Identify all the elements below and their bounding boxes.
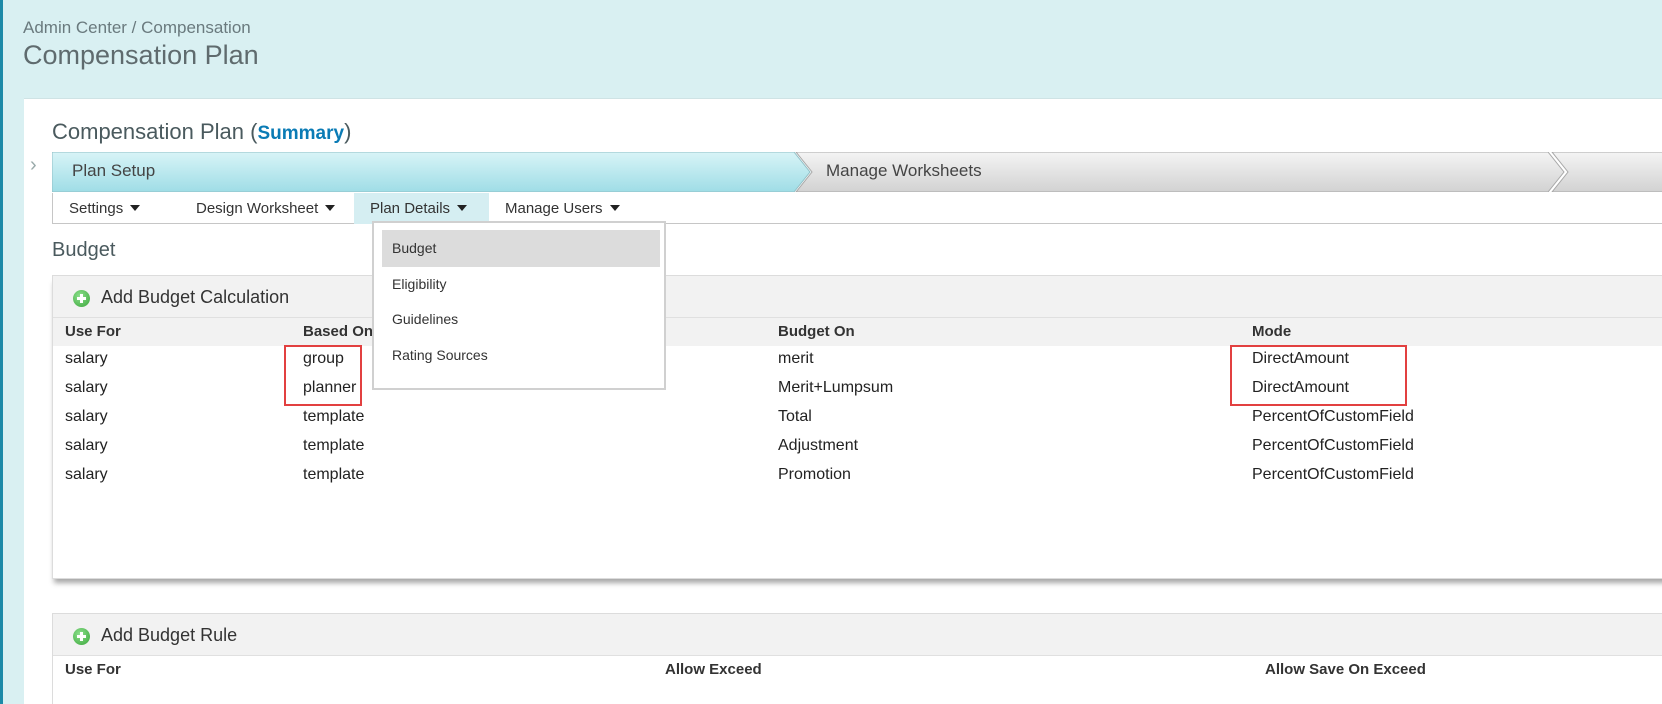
step-plan-setup[interactable]: Plan Setup bbox=[72, 161, 155, 181]
subnav-manage-users[interactable]: Manage Users bbox=[505, 193, 620, 224]
caret-down-icon bbox=[130, 205, 141, 211]
breadcrumb: Admin Center / Compensation bbox=[23, 18, 251, 38]
col-use-for[interactable]: Use For bbox=[65, 661, 121, 678]
breadcrumb-separator: / bbox=[126, 18, 142, 37]
col-use-for[interactable]: Use For bbox=[65, 323, 121, 340]
cell-mode: PercentOfCustomField bbox=[1252, 437, 1414, 454]
step-manage-worksheets[interactable]: Manage Worksheets bbox=[826, 161, 982, 181]
cell-budget-on: merit bbox=[778, 350, 814, 367]
step-shape-next bbox=[1551, 152, 1662, 192]
col-budget-on[interactable]: Budget On bbox=[778, 323, 855, 340]
col-based-on[interactable]: Based On bbox=[303, 323, 373, 340]
caret-down-icon bbox=[325, 205, 336, 211]
cell-mode: PercentOfCustomField bbox=[1252, 408, 1414, 425]
expand-chevron-icon[interactable]: › bbox=[30, 154, 37, 177]
cell-budget-on: Total bbox=[778, 408, 812, 425]
subnav-manage-users-label: Manage Users bbox=[505, 200, 603, 217]
add-circle-icon[interactable] bbox=[73, 290, 90, 307]
add-circle-icon[interactable] bbox=[73, 628, 90, 645]
subnav-plan-details[interactable]: Plan Details bbox=[354, 193, 489, 224]
sub-navigation: Settings Design Worksheet Plan Details M… bbox=[52, 193, 1662, 224]
cell-budget-on: Promotion bbox=[778, 466, 851, 483]
summary-link[interactable]: Summary bbox=[257, 123, 344, 144]
menu-item-budget[interactable]: Budget bbox=[382, 230, 660, 267]
cell-use-for: salary bbox=[65, 408, 108, 425]
cell-use-for: salary bbox=[65, 437, 108, 454]
add-budget-rule-button[interactable]: Add Budget Rule bbox=[101, 625, 237, 646]
col-allow-exceed[interactable]: Allow Exceed bbox=[665, 661, 762, 678]
main-panel: › Compensation Plan (Summary) Plan Setup… bbox=[24, 98, 1662, 704]
highlight-box-based-on bbox=[284, 345, 362, 406]
menu-item-rating-sources[interactable]: Rating Sources bbox=[382, 337, 660, 374]
table-header-row bbox=[53, 318, 1662, 346]
col-mode[interactable]: Mode bbox=[1252, 323, 1291, 340]
budget-heading: Budget bbox=[52, 239, 116, 261]
budget-rule-header: Add Budget Rule bbox=[53, 614, 1662, 656]
step-progress-bar: Plan Setup Manage Worksheets bbox=[52, 152, 1662, 192]
highlight-box-mode bbox=[1230, 345, 1407, 406]
cell-based-on: template bbox=[303, 408, 365, 425]
cell-budget-on: Merit+Lumpsum bbox=[778, 379, 894, 396]
cell-based-on: template bbox=[303, 466, 365, 483]
budget-calculation-card: Add Budget Calculation Use For Based On … bbox=[52, 275, 1662, 579]
cell-based-on: template bbox=[303, 437, 365, 454]
section-title-text: Compensation Plan bbox=[52, 119, 245, 144]
budget-rule-card: Add Budget Rule Use For Allow Exceed All… bbox=[52, 613, 1662, 704]
add-budget-calculation-button[interactable]: Add Budget Calculation bbox=[101, 287, 289, 308]
cell-use-for: salary bbox=[65, 350, 108, 367]
subnav-plan-details-label: Plan Details bbox=[370, 200, 451, 217]
menu-item-guidelines[interactable]: Guidelines bbox=[382, 301, 660, 338]
cell-mode: PercentOfCustomField bbox=[1252, 466, 1414, 483]
cell-budget-on: Adjustment bbox=[778, 437, 859, 454]
budget-calculation-header: Add Budget Calculation bbox=[53, 276, 1662, 318]
plan-details-dropdown-menu: Budget Eligibility Guidelines Rating Sou… bbox=[372, 221, 666, 390]
subnav-design-worksheet-label: Design Worksheet bbox=[196, 200, 319, 217]
breadcrumb-admin-center[interactable]: Admin Center bbox=[23, 18, 127, 37]
breadcrumb-compensation[interactable]: Compensation bbox=[141, 18, 251, 37]
cell-use-for: salary bbox=[65, 379, 108, 396]
caret-down-icon bbox=[609, 205, 620, 211]
step-shape-plan-setup[interactable] bbox=[52, 152, 811, 192]
caret-down-icon bbox=[457, 205, 468, 211]
summary-close-paren: ) bbox=[344, 119, 352, 144]
left-edge-bar bbox=[0, 0, 3, 704]
subnav-settings[interactable]: Settings bbox=[69, 193, 141, 224]
cell-use-for: salary bbox=[65, 466, 108, 483]
section-title: Compensation Plan (Summary) bbox=[52, 119, 351, 145]
col-allow-save-on-exceed[interactable]: Allow Save On Exceed bbox=[1265, 661, 1426, 678]
subnav-design-worksheet[interactable]: Design Worksheet bbox=[196, 193, 336, 224]
page-title: Compensation Plan bbox=[23, 40, 259, 70]
subnav-settings-label: Settings bbox=[69, 200, 124, 217]
menu-item-eligibility[interactable]: Eligibility bbox=[382, 266, 660, 303]
